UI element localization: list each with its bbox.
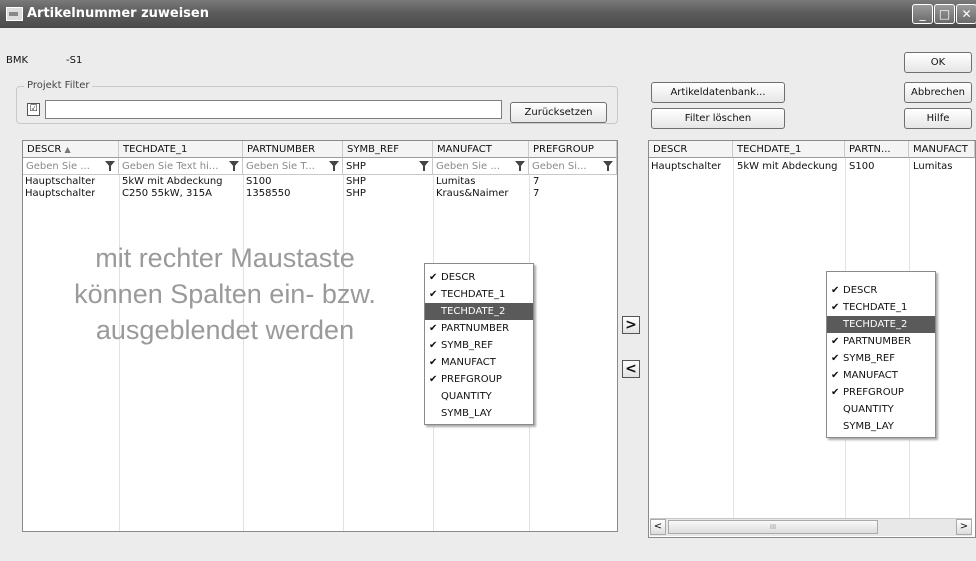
filter-cell-partnumber[interactable]: Geben Sie T... xyxy=(243,158,343,175)
column-header-partnumber[interactable]: PARTN... xyxy=(845,141,909,158)
filter-cell-symb-ref[interactable]: SHP xyxy=(343,158,433,175)
table-cell[interactable]: Hauptschalter xyxy=(25,176,95,187)
column-divider xyxy=(343,175,344,531)
column-header-manufact[interactable]: MANUFACT xyxy=(433,141,529,158)
column-header-techdate1[interactable]: TECHDATE_1 xyxy=(119,141,243,158)
column-divider xyxy=(119,175,120,531)
column-header-manufact[interactable]: MANUFACT xyxy=(909,141,975,158)
filter-icon[interactable] xyxy=(603,161,613,171)
bmk-label: BMK xyxy=(6,55,29,66)
ok-button[interactable]: OK xyxy=(904,52,972,73)
menu-item-descr[interactable]: ✔ DESCR xyxy=(827,282,935,299)
check-icon: ✔ xyxy=(429,374,438,385)
window-icon xyxy=(6,7,23,21)
check-icon: ✔ xyxy=(429,323,438,334)
check-icon: ✔ xyxy=(831,387,840,398)
cancel-button[interactable]: Abbrechen xyxy=(904,82,972,103)
window-title: Artikelnummer zuweisen xyxy=(27,6,209,21)
filter-cell-descr[interactable]: Geben Sie ... xyxy=(23,158,119,175)
menu-item-techdate2[interactable]: TECHDATE_2 xyxy=(425,303,533,320)
menu-item-symb-lay[interactable]: SYMB_LAY xyxy=(827,418,935,435)
check-icon: ✔ xyxy=(831,285,840,296)
move-right-button[interactable]: > xyxy=(622,316,640,334)
scroll-thumb[interactable]: III xyxy=(668,520,878,534)
menu-item-prefgroup[interactable]: ✔ PREFGROUP xyxy=(827,384,935,401)
menu-item-techdate1[interactable]: ✔ TECHDATE_1 xyxy=(425,286,533,303)
menu-item-descr[interactable]: ✔ DESCR xyxy=(425,269,533,286)
column-header-partnumber[interactable]: PARTNUMBER xyxy=(243,141,343,158)
title-bar: Artikelnummer zuweisen _ □ ✕ xyxy=(0,0,976,28)
table-cell[interactable]: 5kW mit Abdeckung xyxy=(737,161,838,172)
filter-cell-techdate1[interactable]: Geben Sie Text hi... xyxy=(119,158,243,175)
menu-item-symb-ref[interactable]: ✔ SYMB_REF xyxy=(425,337,533,354)
check-icon: ✔ xyxy=(429,340,438,351)
menu-item-symb-lay[interactable]: SYMB_LAY xyxy=(425,405,533,422)
check-icon: ✔ xyxy=(429,357,438,368)
menu-item-partnumber[interactable]: ✔ PARTNUMBER xyxy=(827,333,935,350)
table-cell[interactable]: 5kW mit Abdeckung xyxy=(122,176,223,187)
project-filter-label: Projekt Filter xyxy=(24,80,93,91)
filter-icon[interactable] xyxy=(105,161,115,171)
menu-item-manufact[interactable]: ✔ MANUFACT xyxy=(425,354,533,371)
column-header-descr[interactable]: DESCR xyxy=(649,141,733,158)
sort-ascending-icon: ▲ xyxy=(64,145,71,154)
horizontal-scrollbar[interactable]: < III > xyxy=(650,518,972,536)
menu-item-quantity[interactable]: QUANTITY xyxy=(827,401,935,418)
menu-item-prefgroup[interactable]: ✔ PREFGROUP xyxy=(425,371,533,388)
table-cell[interactable]: Hauptschalter xyxy=(651,161,721,172)
minimize-button[interactable]: _ xyxy=(912,4,933,24)
column-context-menu-right: ✔ DESCR ✔ TECHDATE_1 TECHDATE_2 ✔ PARTNUMBE… xyxy=(826,271,936,438)
check-icon: ✔ xyxy=(831,336,840,347)
check-icon: ✔ xyxy=(429,272,438,283)
column-context-menu: ✔ DESCR ✔ TECHDATE_1 TECHDATE_2 ✔ PARTNUMBE… xyxy=(424,263,534,425)
menu-item-partnumber[interactable]: ✔ PARTNUMBER xyxy=(425,320,533,337)
table-cell[interactable]: Lumitas xyxy=(436,176,476,187)
column-header-techdate1[interactable]: TECHDATE_1 xyxy=(733,141,845,158)
table-cell[interactable]: S100 xyxy=(849,161,874,172)
table-cell[interactable]: Hauptschalter xyxy=(25,188,95,199)
hint-text: mit rechter Maustaste können Spalten ein… xyxy=(74,243,376,345)
check-icon: ✔ xyxy=(429,289,438,300)
menu-item-techdate2[interactable]: TECHDATE_2 xyxy=(827,316,935,333)
table-cell[interactable]: C250 55kW, 315A xyxy=(122,188,212,199)
menu-item-symb-ref[interactable]: ✔ SYMB_REF xyxy=(827,350,935,367)
table-cell[interactable]: SHP xyxy=(346,176,366,187)
scroll-right-button[interactable]: > xyxy=(956,519,972,535)
filter-icon[interactable] xyxy=(515,161,525,171)
table-cell[interactable]: Lumitas xyxy=(913,161,953,172)
menu-item-quantity[interactable]: QUANTITY xyxy=(425,388,533,405)
filter-icon[interactable] xyxy=(419,161,429,171)
check-icon: ✔ xyxy=(831,302,840,313)
article-database-button[interactable]: Artikeldatenbank... xyxy=(651,82,785,103)
filter-icon[interactable] xyxy=(229,161,239,171)
bmk-value: -S1 xyxy=(66,55,83,66)
column-header-descr[interactable]: DESCR ▲ xyxy=(23,141,119,158)
menu-item-techdate1[interactable]: ✔ TECHDATE_1 xyxy=(827,299,935,316)
table-cell[interactable]: 1358550 xyxy=(246,188,291,199)
filter-cell-prefgroup[interactable]: Geben Si... xyxy=(529,158,617,175)
menu-item-manufact[interactable]: ✔ MANUFACT xyxy=(827,367,935,384)
column-header-prefgroup[interactable]: PREFGROUP xyxy=(529,141,617,158)
check-icon: ✔ xyxy=(831,370,840,381)
column-divider xyxy=(243,175,244,531)
table-cell[interactable]: SHP xyxy=(346,188,366,199)
filter-icon[interactable] xyxy=(329,161,339,171)
project-filter-checkbox[interactable]: ☑ xyxy=(27,103,40,116)
check-icon: ✔ xyxy=(831,353,840,364)
table-cell[interactable]: 7 xyxy=(533,176,539,187)
column-divider xyxy=(733,158,734,518)
clear-filter-button[interactable]: Filter löschen xyxy=(651,108,785,129)
table-cell[interactable]: S100 xyxy=(246,176,271,187)
maximize-button[interactable]: □ xyxy=(934,4,955,24)
project-filter-input[interactable] xyxy=(45,100,502,119)
close-button[interactable]: ✕ xyxy=(956,4,976,24)
reset-button[interactable]: Zurücksetzen xyxy=(510,102,607,123)
table-cell[interactable]: 7 xyxy=(533,188,539,199)
move-left-button[interactable]: < xyxy=(622,360,640,378)
filter-cell-manufact[interactable]: Geben Sie ... xyxy=(433,158,529,175)
column-header-symb-ref[interactable]: SYMB_REF xyxy=(343,141,433,158)
table-cell[interactable]: Kraus&Naimer xyxy=(436,188,509,199)
help-button[interactable]: Hilfe xyxy=(904,108,972,129)
scroll-left-button[interactable]: < xyxy=(650,519,666,535)
